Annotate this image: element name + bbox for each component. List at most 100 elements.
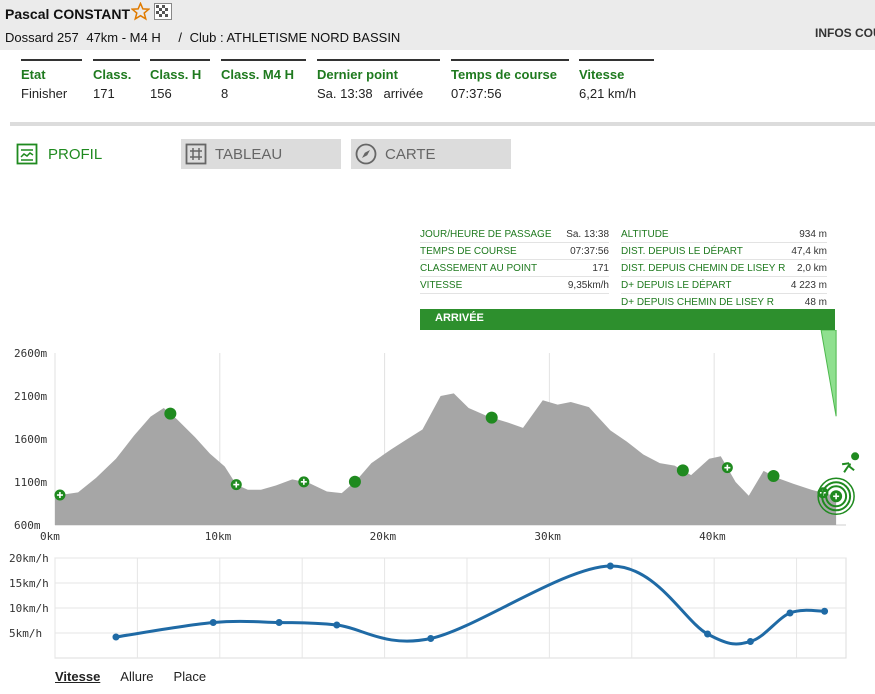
info-key: VITESSE bbox=[420, 279, 463, 291]
stat-vitesse: Vitesse 6,21 km/h bbox=[579, 59, 654, 101]
speed-point bbox=[112, 633, 120, 641]
favorite-star-icon[interactable] bbox=[131, 2, 150, 21]
stat-value: Sa. 13:38 arrivée bbox=[317, 86, 424, 101]
tab-tableau[interactable]: TABLEAU bbox=[181, 139, 341, 169]
section-divider bbox=[10, 122, 875, 126]
speed-axis-ticks: 20km/h 15km/h 10km/h 5km/h bbox=[9, 552, 49, 640]
stat-temps-course: Temps de course 07:37:56 bbox=[451, 59, 569, 101]
speed-point bbox=[333, 621, 341, 629]
bib-number: Dossard 257 bbox=[5, 30, 79, 45]
info-row: DIST. DEPUIS LE DÉPART 47,4 km bbox=[621, 243, 827, 260]
info-value: 171 bbox=[592, 262, 609, 274]
stat-label: Dernier point bbox=[317, 67, 398, 82]
stat-value: 07:37:56 bbox=[451, 86, 502, 101]
x-tick-label: 20km bbox=[370, 530, 397, 543]
stat-value: 6,21 km/h bbox=[579, 86, 637, 101]
stat-dernier-point: Dernier point Sa. 13:38 arrivée bbox=[317, 59, 440, 101]
info-key: DIST. DEPUIS CHEMIN DE LISEY R bbox=[621, 262, 786, 274]
mode-tab-vitesse[interactable]: Vitesse bbox=[55, 669, 100, 684]
runner-head-icon bbox=[851, 452, 860, 461]
speed-point bbox=[209, 619, 217, 626]
tab-profil[interactable]: PROFIL bbox=[16, 139, 166, 169]
stat-label: Etat bbox=[21, 67, 46, 82]
tab-label: PROFIL bbox=[48, 145, 103, 163]
stat-class: Class. 171 bbox=[93, 59, 140, 101]
mode-tab-allure[interactable]: Allure bbox=[120, 669, 153, 684]
info-key: ALTITUDE bbox=[621, 228, 669, 240]
stat-value: 171 bbox=[93, 86, 115, 101]
y-tick-label: 1600m bbox=[14, 433, 47, 446]
compass-icon bbox=[355, 143, 377, 165]
infos-course-link[interactable]: INFOS COU bbox=[815, 26, 875, 40]
info-row: JOUR/HEURE DE PASSAGE Sa. 13:38 bbox=[420, 226, 609, 243]
speed-point bbox=[704, 630, 712, 638]
chart-mode-tabs: Vitesse Allure Place bbox=[55, 669, 206, 684]
y-tick-label: 600m bbox=[14, 519, 41, 532]
elevation-profile-chart[interactable]: 2600m 2100m 1600m 1100m 600m0km 10km 20km 30km 4… bbox=[0, 330, 875, 545]
stat-label: Class. bbox=[93, 67, 132, 82]
info-key: DIST. DEPUIS LE DÉPART bbox=[621, 245, 743, 257]
stat-label: Temps de course bbox=[451, 67, 557, 82]
runner-subline: Dossard 257 47km - M4 H / Club : ATHLETI… bbox=[5, 30, 404, 45]
mode-tab-place[interactable]: Place bbox=[174, 669, 207, 684]
checkpoint-dot bbox=[164, 407, 177, 420]
y-tick-label: 1100m bbox=[14, 476, 47, 489]
info-key: D+ DEPUIS CHEMIN DE LISEY R bbox=[621, 296, 774, 308]
speed-tick-label: 15km/h bbox=[9, 577, 49, 590]
info-row: DIST. DEPUIS CHEMIN DE LISEY R 2,0 km bbox=[621, 260, 827, 277]
info-row: VITESSE 9,35km/h bbox=[420, 277, 609, 294]
tab-label: CARTE bbox=[385, 145, 436, 163]
stat-value: 156 bbox=[150, 86, 172, 101]
stat-label: Class. H bbox=[150, 67, 202, 82]
stat-etat: Etat Finisher bbox=[21, 59, 82, 101]
separator: / bbox=[178, 30, 182, 45]
profile-chart-icon bbox=[16, 143, 38, 165]
speed-point bbox=[606, 562, 614, 570]
info-value: Sa. 13:38 bbox=[566, 228, 609, 240]
info-value: 4 223 m bbox=[790, 279, 827, 291]
info-value: 48 m bbox=[804, 296, 827, 308]
speed-tick-label: 10km/h bbox=[9, 602, 49, 615]
stat-value: Finisher bbox=[21, 86, 68, 101]
y-tick-label: 2100m bbox=[14, 390, 47, 403]
checkpoint-dot bbox=[348, 475, 361, 488]
checkpoint-dot bbox=[767, 469, 780, 482]
info-value: 934 m bbox=[799, 228, 827, 240]
runner-name: Pascal CONSTANT bbox=[5, 6, 130, 22]
club-name: Club : ATHLETISME NORD BASSIN bbox=[189, 30, 401, 45]
checkpoint-dot bbox=[485, 411, 498, 424]
info-row: D+ DEPUIS LE DÉPART 4 223 m bbox=[621, 277, 827, 294]
speed-point bbox=[821, 607, 829, 615]
selection-pointer bbox=[820, 330, 837, 417]
x-tick-label: 30km bbox=[534, 530, 561, 543]
checkpoint-dot bbox=[676, 464, 689, 477]
speed-tick-label: 20km/h bbox=[9, 552, 49, 565]
runner-header: Pascal CONSTANT Dossard 257 47km - M4 H … bbox=[0, 0, 875, 50]
tab-label: TABLEAU bbox=[215, 145, 283, 163]
y-tick-label: 2600m bbox=[14, 347, 47, 360]
speed-point bbox=[786, 609, 794, 617]
x-tick-label: 0km bbox=[40, 530, 60, 543]
info-value: 47,4 km bbox=[791, 245, 827, 257]
info-key: D+ DEPUIS LE DÉPART bbox=[621, 279, 732, 291]
race-category: 47km - M4 H bbox=[86, 30, 161, 45]
stat-value: 8 bbox=[221, 86, 229, 101]
speed-tick-label: 5km/h bbox=[9, 627, 42, 640]
tab-carte[interactable]: CARTE bbox=[351, 139, 511, 169]
arrivee-banner: ARRIVÉE bbox=[420, 309, 835, 330]
info-value: 9,35km/h bbox=[567, 279, 609, 291]
grid-table-icon bbox=[185, 143, 207, 165]
checkered-flag-icon[interactable] bbox=[154, 3, 172, 20]
speed-point bbox=[275, 619, 283, 626]
speed-point bbox=[427, 635, 435, 642]
stat-label: Class. M4 H bbox=[221, 67, 294, 82]
speed-line bbox=[115, 564, 825, 646]
stat-class-h: Class. H 156 bbox=[150, 59, 210, 101]
x-tick-label: 10km bbox=[205, 530, 232, 543]
stat-class-m4h: Class. M4 H 8 bbox=[221, 59, 306, 101]
info-value: 2,0 km bbox=[796, 262, 827, 274]
info-row: CLASSEMENT AU POINT 171 bbox=[420, 260, 609, 277]
info-row: ALTITUDE 934 m bbox=[621, 226, 827, 243]
runner-arm-icon bbox=[841, 462, 850, 466]
stat-label: Vitesse bbox=[579, 67, 625, 82]
